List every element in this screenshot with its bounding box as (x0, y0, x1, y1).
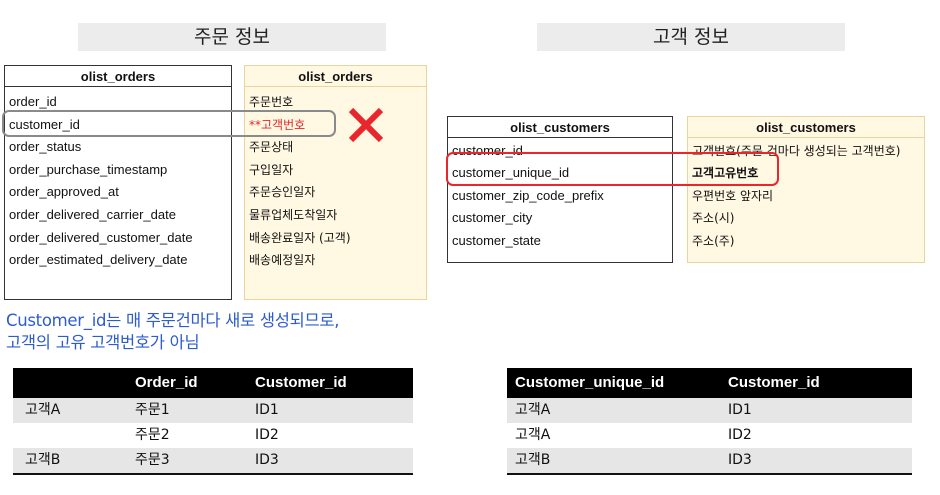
orders-column: order_id (9, 94, 57, 109)
customers-description: 주소(시) (692, 211, 735, 225)
cell: 주문1 (135, 402, 170, 418)
customers-column: customer_zip_code_prefix (452, 188, 604, 203)
orders-column: order_delivered_carrier_date (9, 207, 176, 222)
cell: ID2 (728, 427, 752, 443)
table-row: 주문2 ID2 (13, 423, 413, 448)
header-cell-customer-id: Customer_id (728, 374, 820, 391)
cell: 주문3 (135, 452, 170, 468)
orders-table-header: olist_orders (5, 66, 231, 87)
table-row: 고객B 주문3 ID3 (13, 448, 413, 473)
orders-description: 주문번호 (249, 95, 294, 109)
orders-description: 주문승인일자 (249, 185, 316, 199)
order-section-title: 주문 정보 (78, 23, 386, 51)
orders-column: order_approved_at (9, 184, 119, 199)
table-header-row: Order_id Customer_id (13, 368, 413, 398)
customers-description-table: olist_customers 고객번호(주문 건마다 생성되는 고객번호) 고… (687, 116, 925, 263)
table-row: 고객B ID3 (507, 448, 912, 473)
table-row: 고객A 주문1 ID1 (13, 398, 413, 423)
cell: ID2 (255, 427, 279, 443)
orders-column: order_purchase_timestamp (9, 162, 168, 177)
orders-description: 물류업체도착일자 (249, 208, 338, 222)
customers-table-header: olist_customers (448, 117, 672, 138)
cell: 주문2 (135, 427, 170, 443)
orders-column: order_status (9, 139, 82, 154)
order-example-table: Order_id Customer_id 고객A 주문1 ID1 주문2 ID2… (13, 368, 413, 475)
customers-column: customer_state (452, 233, 541, 248)
header-cell-customer-id: Customer_id (255, 374, 347, 391)
table-header-row: Customer_unique_id Customer_id (507, 368, 912, 398)
cell: ID1 (728, 402, 752, 418)
explanation-note: Customer_id는 매 주문건마다 새로 생성되므로, 고객의 고유 고객… (6, 310, 436, 354)
orders-description: 배송완료일자 (고객) (249, 231, 351, 245)
cell: ID3 (255, 452, 279, 468)
customer-section-title: 고객 정보 (537, 23, 845, 51)
customer-unique-id-highlight (446, 152, 779, 186)
orders-description: 주문상태 (249, 140, 294, 154)
orders-column: order_delivered_customer_date (9, 230, 193, 245)
cell: ID1 (255, 402, 279, 418)
orders-description: 배송예정일자 (249, 253, 316, 267)
orders-column: order_estimated_delivery_date (9, 252, 188, 267)
customers-desc-header: olist_customers (688, 117, 924, 138)
header-cell-order-id: Order_id (135, 374, 198, 391)
cell: 고객A (515, 427, 551, 443)
cell: ID3 (728, 452, 752, 468)
orders-column-table: olist_orders order_id customer_id order_… (4, 65, 232, 300)
note-line-2: 고객의 고유 고객번호가 아님 (6, 333, 200, 352)
header-cell-customer-unique-id: Customer_unique_id (515, 374, 665, 391)
table-row: 고객A ID2 (507, 423, 912, 448)
customers-description: 주소(주) (692, 234, 735, 248)
customers-description: 우편번호 앞자리 (692, 189, 774, 203)
orders-description: 구입일자 (249, 163, 294, 177)
customer-example-table: Customer_unique_id Customer_id 고객A ID1 고… (507, 368, 912, 475)
table-row: 고객A ID1 (507, 398, 912, 423)
customers-column-table: olist_customers customer_id customer_uni… (447, 116, 673, 263)
orders-desc-header: olist_orders (245, 66, 426, 87)
cell: 고객B (515, 452, 551, 468)
customers-column: customer_city (452, 210, 533, 225)
cell: 고객A (25, 402, 61, 418)
orders-description-table: olist_orders 주문번호 **고객번호 주문상태 구입일자 주문승인일… (244, 65, 427, 300)
customer-id-highlight (2, 110, 336, 137)
cell: 고객A (515, 402, 551, 418)
note-line-1: Customer_id는 매 주문건마다 새로 생성되므로, (6, 311, 340, 330)
x-mark-icon (348, 107, 384, 143)
cell: 고객B (25, 452, 61, 468)
